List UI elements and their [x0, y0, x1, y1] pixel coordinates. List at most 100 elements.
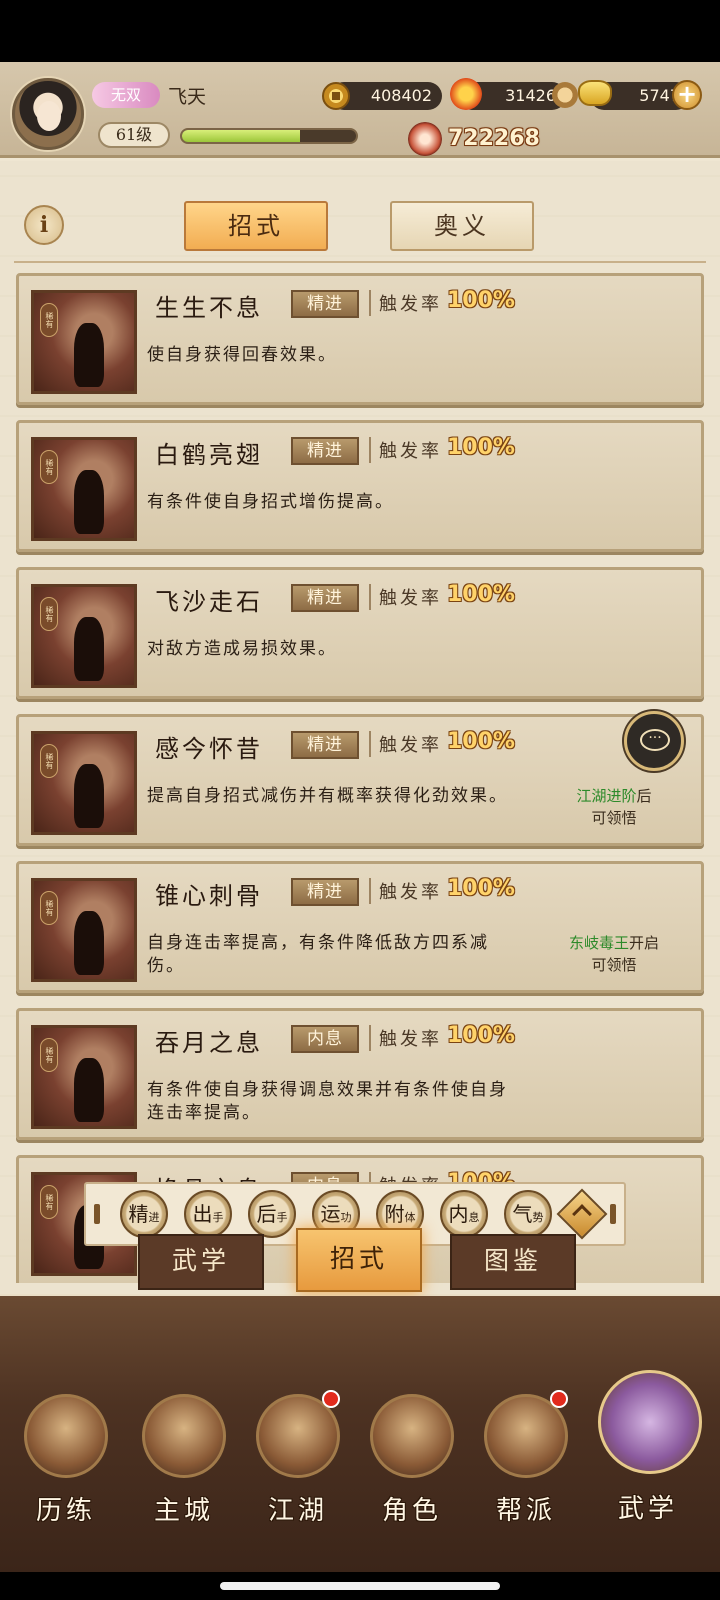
subtab-moves[interactable]: 招式 — [296, 1228, 422, 1292]
trigger-rate: 100% — [447, 876, 515, 901]
nav-main-city[interactable]: 主城 — [128, 1358, 240, 1558]
scroll-handle-right — [610, 1204, 616, 1224]
trigger-rate: 100% — [447, 729, 515, 754]
player-avatar[interactable] — [12, 78, 84, 150]
filter-main: 运 — [320, 1202, 341, 1226]
skill-figure — [74, 470, 104, 534]
home-indicator[interactable] — [220, 1582, 500, 1590]
nav-guild[interactable]: 帮派 — [470, 1358, 582, 1558]
nav-jianghu[interactable]: 江湖 — [242, 1358, 354, 1558]
skill-icon: 稀有 — [31, 437, 137, 541]
filter-jingjin[interactable]: 精进 — [120, 1190, 168, 1238]
level-badge: 61级 — [98, 122, 170, 148]
unlock-condition-highlight: 江湖进阶 — [576, 787, 637, 805]
skill-card[interactable]: 稀有 生生不息 精进 触发率 100% 使自身获得回春效果。 — [16, 273, 704, 405]
trigger-rate: 100% — [447, 1023, 515, 1048]
nav-label: 帮派 — [495, 1496, 556, 1526]
filter-qishi[interactable]: 气势 — [504, 1190, 552, 1238]
unlock-condition-highlight: 东岐毒王 — [568, 934, 629, 952]
trigger-label: 触发率 — [369, 584, 442, 610]
skill-description: 提高自身招式减伤并有概率获得化劲效果。 — [147, 786, 508, 806]
subtab-codex[interactable]: 图鉴 — [450, 1234, 576, 1290]
nav-label: 主城 — [153, 1496, 214, 1526]
filter-sub: 功 — [340, 1211, 352, 1224]
chat-bubble-icon: ... — [640, 727, 670, 751]
filter-sub: 息 — [468, 1211, 480, 1224]
rarity-tag: 稀有 — [40, 891, 58, 925]
trigger-label: 触发率 — [369, 731, 442, 757]
filter-main: 后 — [256, 1202, 277, 1226]
nav-martial-arts[interactable]: 武学 — [592, 1358, 704, 1558]
subtab-martial-arts[interactable]: 武学 — [138, 1234, 264, 1290]
skill-type-badge: 精进 — [291, 584, 359, 612]
nav-character[interactable]: 角色 — [356, 1358, 468, 1558]
skill-description: 有条件使自身获得调息效果并有条件使自身连击率提高。 — [147, 1080, 508, 1123]
filter-main: 精 — [128, 1202, 149, 1226]
coin-icon — [322, 82, 350, 110]
rarity-tag: 稀有 — [40, 450, 58, 484]
chat-button[interactable]: ... — [624, 711, 684, 771]
skill-icon: 稀有 — [31, 290, 137, 394]
power-icon — [408, 122, 442, 156]
filter-sub: 手 — [212, 1211, 224, 1224]
skill-card[interactable]: 稀有 感今怀昔 精进 触发率 100% 提高自身招式减伤并有概率获得化劲效果。 … — [16, 714, 704, 846]
unlock-condition: 江湖进阶后 可领悟 — [539, 785, 689, 829]
spirit-flame-icon — [450, 78, 482, 110]
exp-bar-fill — [182, 130, 301, 142]
add-gold-button[interactable]: + — [672, 80, 702, 110]
skill-description: 有条件使自身招式增伤提高。 — [147, 492, 394, 512]
tab-moves[interactable]: 招式 — [184, 201, 328, 251]
skill-icon: 稀有 — [31, 1025, 137, 1129]
unlock-condition-suffix: 后 — [636, 787, 652, 805]
filter-chushou[interactable]: 出手 — [184, 1190, 232, 1238]
trigger-label: 触发率 — [369, 290, 442, 316]
nav-label: 角色 — [381, 1496, 442, 1526]
skill-figure — [74, 323, 104, 387]
rarity-tag: 稀有 — [40, 597, 58, 631]
skill-figure — [74, 1058, 104, 1122]
collapse-filter-button[interactable] — [556, 1188, 608, 1240]
skill-figure — [74, 617, 104, 681]
skill-name: 飞沙走石 — [155, 588, 263, 616]
nav-training[interactable]: 历练 — [10, 1358, 122, 1558]
scroll-handle-left — [94, 1204, 100, 1224]
skill-name: 白鹤亮翅 — [155, 441, 263, 469]
skill-description: 使自身获得回春效果。 — [147, 345, 337, 365]
character-hat-icon — [370, 1394, 454, 1478]
game-screen: 无双 飞天 61级 408402 31426 5747 + 722268 i 招… — [0, 62, 720, 1572]
skill-figure — [74, 911, 104, 975]
nav-label: 江湖 — [267, 1496, 328, 1526]
skill-name: 吞月之息 — [155, 1029, 263, 1057]
notification-dot — [550, 1390, 568, 1408]
skill-icon: 稀有 — [31, 731, 137, 835]
skill-card[interactable]: 稀有 白鹤亮翅 精进 触发率 100% 有条件使自身招式增伤提高。 — [16, 420, 704, 552]
skill-card[interactable]: 稀有 飞沙走石 精进 触发率 100% 对敌方造成易损效果。 — [16, 567, 704, 699]
tab-secret-arts[interactable]: 奥义 — [390, 201, 534, 251]
skill-icon: 稀有 — [31, 584, 137, 688]
rarity-tag: 稀有 — [40, 303, 58, 337]
rarity-tag: 稀有 — [40, 1185, 58, 1219]
skill-type-badge: 内息 — [291, 1025, 359, 1053]
skill-description: 对敌方造成易损效果。 — [147, 639, 337, 659]
trigger-label: 触发率 — [369, 878, 442, 904]
skill-figure — [74, 764, 104, 828]
avatar-face — [37, 101, 61, 131]
skill-card[interactable]: 稀有 锥心刺骨 精进 触发率 100% 自身连击率提高，有条件降低敌方四系减伤。… — [16, 861, 704, 993]
filter-sub: 进 — [148, 1211, 160, 1224]
filter-neixi[interactable]: 内息 — [440, 1190, 488, 1238]
trigger-rate: 100% — [447, 435, 515, 460]
skill-list[interactable]: 稀有 生生不息 精进 触发率 100% 使自身获得回春效果。 稀有 白鹤亮翅 精… — [0, 273, 720, 1283]
unlock-condition-suffix: 开启 — [629, 934, 660, 952]
info-button[interactable]: i — [24, 205, 64, 245]
trigger-label: 触发率 — [369, 1025, 442, 1051]
unlock-condition-line2: 可领悟 — [591, 809, 637, 827]
filter-houshou[interactable]: 后手 — [248, 1190, 296, 1238]
skill-icon: 稀有 — [31, 878, 137, 982]
filter-main: 内 — [448, 1202, 469, 1226]
title-badge: 无双 — [92, 82, 160, 108]
divider — [14, 261, 706, 263]
training-scroll-icon — [24, 1394, 108, 1478]
gold-ingot-icon — [578, 80, 612, 106]
filter-sub: 手 — [276, 1211, 288, 1224]
skill-card[interactable]: 稀有 吞月之息 内息 触发率 100% 有条件使自身获得调息效果并有条件使自身连… — [16, 1008, 704, 1140]
